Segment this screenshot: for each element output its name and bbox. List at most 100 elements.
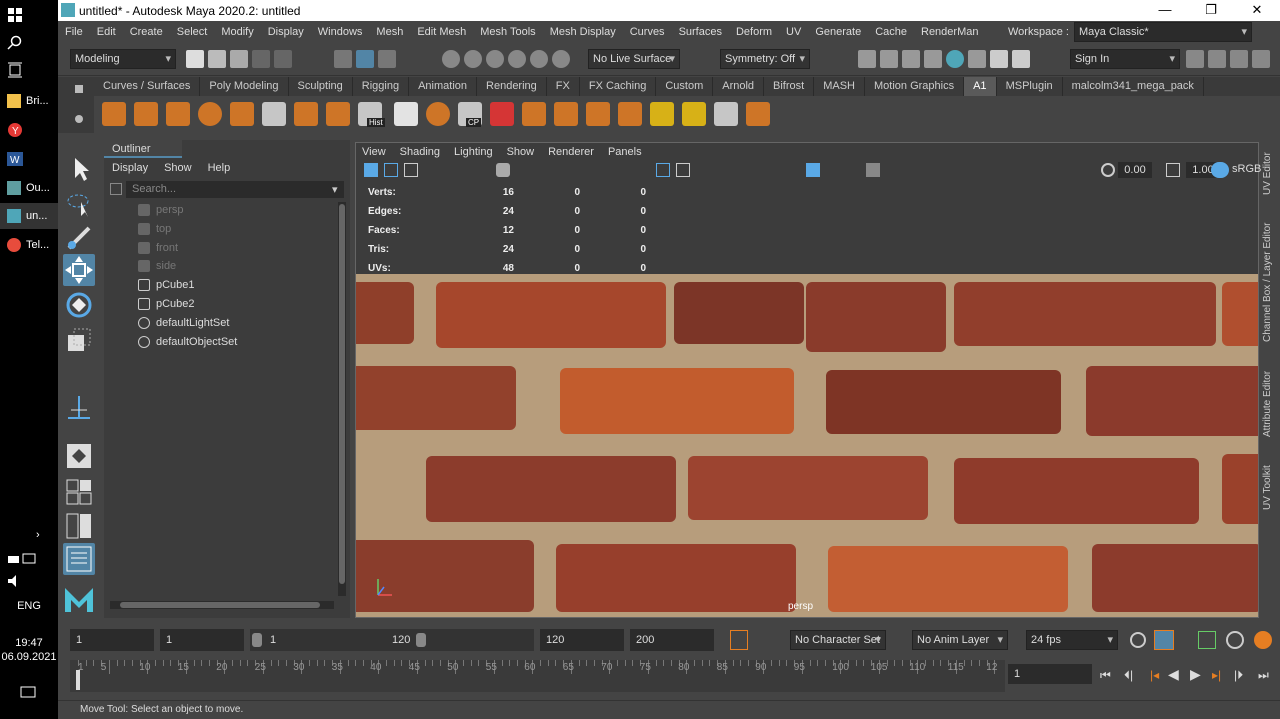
manipulator-icon[interactable]	[63, 392, 95, 424]
gear-icon[interactable]	[75, 115, 83, 123]
horizontal-scrollbar[interactable]	[110, 601, 334, 609]
exposure-icon[interactable]	[1101, 163, 1115, 177]
open-scene-icon[interactable]	[208, 50, 226, 68]
maya-logo-icon[interactable]	[63, 584, 95, 616]
select-hierarchy-icon[interactable]	[334, 50, 352, 68]
yandex-browser-icon[interactable]: Y	[0, 117, 58, 143]
workspace-select[interactable]: Maya Classic*	[1074, 22, 1252, 42]
menu-surfaces[interactable]: Surfaces	[672, 26, 729, 38]
channel-box-icon[interactable]	[1252, 50, 1270, 68]
playback-start-field[interactable]: 1	[160, 629, 244, 651]
extrude-icon[interactable]	[326, 102, 350, 126]
colorspace-label[interactable]: sRGB	[1232, 163, 1261, 175]
chevron-right-icon[interactable]: ›	[0, 522, 58, 548]
shelf-tab[interactable]: Sculpting	[289, 77, 353, 96]
windows-start-icon[interactable]	[0, 2, 58, 28]
outliner-item[interactable]: pCube2	[138, 295, 195, 313]
outliner-item[interactable]: front	[138, 239, 178, 257]
arnold-render-icon[interactable]	[946, 50, 964, 68]
move-tool-icon[interactable]	[63, 254, 95, 286]
snap-plane-icon[interactable]	[508, 50, 526, 68]
attribute-editor-icon[interactable]	[1230, 50, 1248, 68]
word-icon[interactable]: W	[0, 146, 58, 172]
playback-end-field[interactable]: 120	[540, 629, 624, 651]
notification-icon[interactable]	[0, 680, 58, 706]
select-object-icon[interactable]	[356, 50, 374, 68]
shelf-tab[interactable]: Poly Modeling	[200, 77, 289, 96]
menu-cache[interactable]: Cache	[868, 26, 914, 38]
volume-icon[interactable]	[0, 568, 58, 594]
menu-deform[interactable]: Deform	[729, 26, 779, 38]
sound-icon[interactable]	[1198, 631, 1216, 649]
shelf-tab[interactable]: Arnold	[713, 77, 765, 96]
task-view-icon[interactable]	[0, 57, 58, 83]
center-pivot-icon[interactable]	[490, 102, 514, 126]
viewport-menu-lighting[interactable]: Lighting	[454, 146, 493, 158]
current-time-marker[interactable]	[76, 670, 80, 690]
range-handle-end[interactable]	[416, 633, 426, 647]
cube-d-icon[interactable]	[618, 102, 642, 126]
cube-b-icon[interactable]	[554, 102, 578, 126]
rotate-tool-icon[interactable]	[63, 289, 95, 321]
shelf-tab[interactable]: Motion Graphics	[865, 77, 965, 96]
shelf-tab[interactable]: Rendering	[477, 77, 547, 96]
undo-icon[interactable]	[252, 50, 270, 68]
menu-mesh-display[interactable]: Mesh Display	[543, 26, 623, 38]
snap-grid-icon[interactable]	[442, 50, 460, 68]
outliner-menu-help[interactable]: Help	[208, 158, 231, 178]
menu-edit[interactable]: Edit	[90, 26, 123, 38]
render-view-icon[interactable]	[968, 50, 986, 68]
panel-icon[interactable]	[1208, 50, 1226, 68]
outliner-menu-show[interactable]: Show	[164, 158, 192, 178]
history-icon[interactable]	[394, 102, 418, 126]
menu-mesh-tools[interactable]: Mesh Tools	[473, 26, 542, 38]
freeze-icon[interactable]	[650, 102, 674, 126]
menu-generate[interactable]: Generate	[808, 26, 868, 38]
shelf-tab[interactable]: Rigging	[353, 77, 410, 96]
loop-icon[interactable]	[1130, 632, 1146, 648]
render-settings-icon[interactable]	[902, 50, 920, 68]
combine-icon[interactable]	[262, 102, 286, 126]
sign-in-button[interactable]: Sign In	[1070, 49, 1180, 69]
select-component-icon[interactable]	[378, 50, 396, 68]
cache-playback-icon[interactable]	[1154, 630, 1174, 650]
menu-modify[interactable]: Modify	[214, 26, 260, 38]
menuset-select[interactable]: Modeling	[70, 49, 176, 69]
taskbar-item-outlook[interactable]: Ou...	[0, 175, 58, 201]
step-back-key-icon[interactable]: ⏴|	[1124, 668, 1133, 683]
shelf-tab[interactable]: Custom	[656, 77, 714, 96]
select-camera-icon[interactable]	[364, 163, 378, 177]
go-to-start-icon[interactable]: ⏮	[1100, 668, 1111, 683]
four-view-icon[interactable]	[63, 476, 95, 508]
outliner-item[interactable]: defaultLightSet	[138, 314, 229, 332]
start-time-field[interactable]: 1	[70, 629, 154, 651]
shelf-tab[interactable]: MSPlugin	[997, 77, 1063, 96]
shelf-tab[interactable]: Animation	[409, 77, 478, 96]
clock[interactable]: 19:47 06.09.2021	[0, 636, 58, 664]
snap-point-icon[interactable]	[486, 50, 504, 68]
outliner-layout-icon[interactable]	[63, 543, 95, 575]
viewport-menu-shading[interactable]: Shading	[400, 146, 440, 158]
range-slider[interactable]: 1 120	[250, 629, 534, 651]
shelf-tab[interactable]: Bifrost	[764, 77, 815, 96]
play-back-icon[interactable]: ◀	[1168, 666, 1179, 683]
taskbar-item-telegram[interactable]: Tel...	[0, 232, 58, 258]
range-handle-start[interactable]	[252, 633, 262, 647]
menu-renderman[interactable]: RenderMan	[914, 26, 985, 38]
vertical-scrollbar[interactable]	[338, 202, 346, 596]
bookmark-icon[interactable]	[404, 163, 418, 177]
animation-preferences-icon[interactable]	[1254, 631, 1272, 649]
language-indicator[interactable]: ENG	[0, 600, 58, 612]
two-view-icon[interactable]	[63, 510, 95, 542]
menu-curves[interactable]: Curves	[623, 26, 672, 38]
smooth-icon[interactable]	[426, 102, 450, 126]
outliner-search-input[interactable]: Search...	[126, 181, 344, 198]
menu-select[interactable]: Select	[170, 26, 215, 38]
scale-tool-icon[interactable]	[63, 324, 95, 356]
tab-attribute-editor[interactable]: Attribute Editor	[1262, 364, 1280, 444]
viewport-menu-renderer[interactable]: Renderer	[548, 146, 594, 158]
ipr-render-icon[interactable]	[880, 50, 898, 68]
separate-icon[interactable]	[294, 102, 318, 126]
current-frame-field[interactable]: 1	[1008, 664, 1092, 684]
xray-icon[interactable]	[866, 163, 880, 177]
